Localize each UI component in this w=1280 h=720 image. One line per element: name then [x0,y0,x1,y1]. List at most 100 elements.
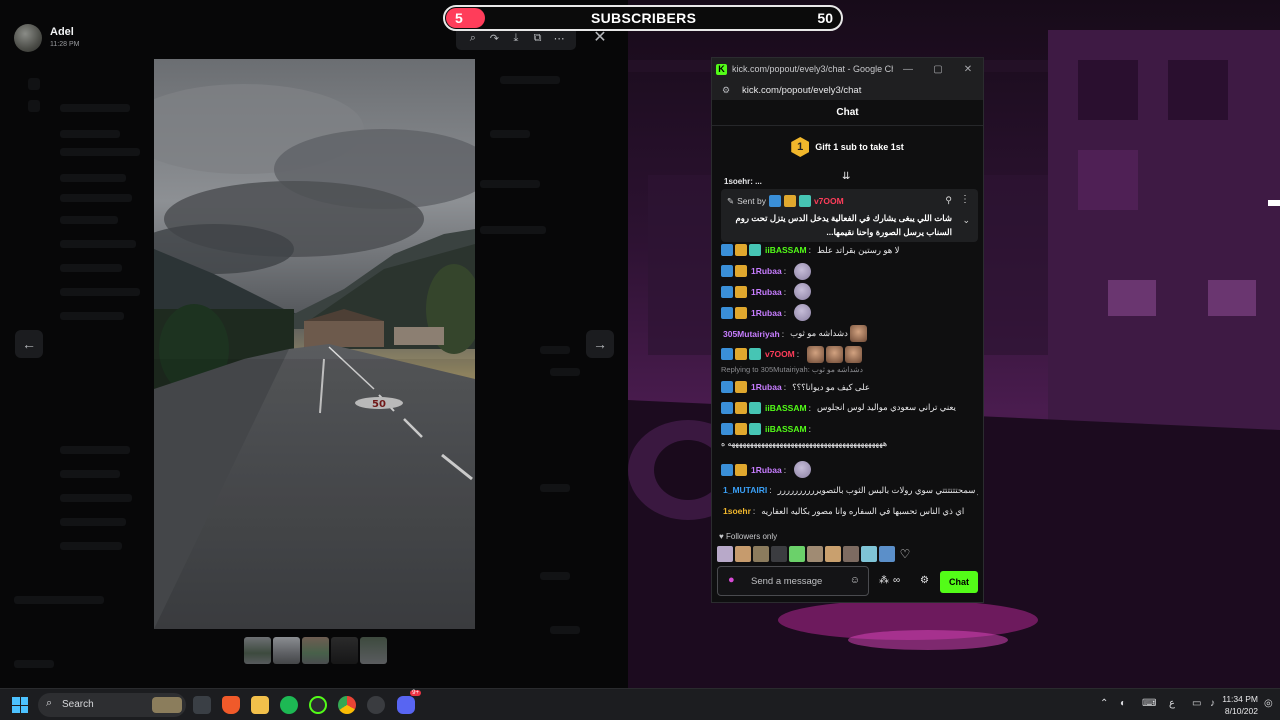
username-separator: : [781,328,785,339]
thumbnail[interactable] [302,637,329,664]
thumbnail[interactable] [273,637,300,664]
pinned-sender-name[interactable]: v7OOM [814,196,844,206]
expand-chevron-icon[interactable]: ⌄ [962,215,970,226]
chat-message-input[interactable]: ● Send a message ☺ [717,566,869,596]
windows-start-icon[interactable] [12,697,28,713]
pinned-message: ✎ Sent by v7OOM ⚲ ⋮ ⌄ شات اللي يبغى يشار… [721,189,978,242]
spotify-icon[interactable] [280,696,298,714]
badge-icon [721,265,733,278]
more-options-icon[interactable]: ⋮ [960,194,970,205]
infinity-icon[interactable]: ∞ [893,575,900,586]
user-name[interactable]: Adel [50,26,74,38]
chat-message-text: دشداشه مو ثوب [790,328,848,339]
address-bar[interactable]: ⚙ kick.com/popout/evely3/chat [712,80,983,100]
brave-browser-icon[interactable] [222,696,240,714]
gift-rank-badge-icon: 1 [791,137,810,157]
input-language[interactable]: ع [1169,698,1175,709]
emoji-icon[interactable]: ☺ [850,575,860,586]
gift-leaderboard-banner[interactable]: 1 Gift 1 sub to take 1st [712,126,983,168]
close-window-button[interactable]: ✕ [953,64,983,75]
send-chat-button[interactable]: Chat [940,571,978,593]
next-image-button[interactable]: → [586,330,614,358]
file-explorer-icon[interactable] [251,696,269,714]
github-icon[interactable] [367,696,385,714]
scroll-to-bottom-icon[interactable]: ⇊ [842,171,850,182]
display-icon[interactable]: ▭ [1192,698,1201,709]
notifications-icon[interactable]: ◎ [1264,698,1273,709]
network-icon[interactable]: ◐ [1120,698,1126,709]
ghost-row [490,130,530,138]
username-separator: : [796,349,800,360]
ghost-row [480,180,540,188]
emote-button[interactable] [789,546,805,562]
partial-message: 1soehr: ... [724,177,762,186]
chat-username[interactable]: 1_MUTAIRI [723,485,767,495]
ghost-row [60,194,132,202]
chat-message-text: على كيف مو ديوانا؟؟؟ [792,381,870,392]
tray-chevron-icon[interactable]: ⌃ [1100,698,1108,709]
discord-icon[interactable]: 9+ [397,690,421,714]
chat-username[interactable]: iiBASSAM [765,424,807,434]
thumbnail[interactable] [331,637,358,664]
emote-button[interactable] [879,546,895,562]
microphone-icon[interactable]: ● [728,574,735,586]
chat-username[interactable]: 1Rubaa [751,266,782,276]
obs-icon[interactable] [309,696,327,714]
emote-button[interactable] [825,546,841,562]
username-separator: : [752,506,756,517]
emote-button[interactable] [771,546,787,562]
clock-time: 11:34 PM [1222,694,1258,704]
chat-username[interactable]: 1Rubaa [751,465,782,475]
volume-icon[interactable]: ♪ [1210,698,1215,709]
chat-username[interactable]: 305Mutairiyah [723,329,780,339]
forward-icon[interactable]: ↷ [486,32,502,45]
chat-settings-icon[interactable]: ⚙ [920,575,929,586]
taskbar-clock[interactable]: 11:34 PM 8/10/202 [1222,693,1258,717]
chat-username[interactable]: iiBASSAM [765,245,807,255]
previous-image-button[interactable]: ← [15,330,43,358]
ghost-row [60,104,130,112]
chat-username[interactable]: v7OOM [765,349,795,359]
task-view-icon[interactable] [193,696,211,714]
zoom-icon[interactable]: ⌕ [465,32,481,45]
emote-button[interactable] [807,546,823,562]
open-external-icon[interactable]: ⧉ [530,32,546,45]
pin-icon: ✎ [727,195,735,206]
chat-input-placeholder[interactable]: Send a message [751,576,822,587]
badge-icon [783,195,796,207]
download-icon[interactable]: ⤓ [508,32,524,45]
microphone-tray-icon[interactable]: ⌨ [1142,698,1156,709]
more-icon[interactable]: ⋯ [551,32,567,45]
emote-button[interactable] [717,546,733,562]
window-title-bar[interactable]: K kick.com/popout/evely3/chat - Google C… [712,58,983,80]
emote-button[interactable] [735,546,751,562]
url-text[interactable]: kick.com/popout/evely3/chat [742,85,861,96]
user-avatar[interactable] [14,24,42,52]
emote-button[interactable] [753,546,769,562]
chat-username[interactable]: 1Rubaa [751,308,782,318]
unpin-icon[interactable]: ⚲ [945,195,952,206]
site-info-icon[interactable]: ⚙ [718,85,734,96]
ghost-row [60,518,126,526]
windows-taskbar: ⌕ Search 9+ ⌃ ◐ ⌨ ع ▭ ♪ 11:34 PM 8/10/20… [0,688,1280,720]
taskbar-search[interactable]: ⌕ Search [38,693,186,717]
bits-icon[interactable]: ⁂ [879,575,889,586]
emote-button[interactable] [843,546,859,562]
maximize-button[interactable]: ▢ [923,64,953,75]
thumbnail[interactable] [244,637,271,664]
chat-username[interactable]: iiBASSAM [765,403,807,413]
reply-context[interactable]: Replying to 305Mutairiyah: دشداشه مو ثوب [721,365,978,377]
badge-icon [735,401,747,414]
face-emote-icon [849,325,867,343]
chat-username[interactable]: 1Rubaa [751,382,782,392]
emote-button[interactable] [861,546,877,562]
chrome-icon[interactable] [338,696,356,714]
username-separator: : [783,286,787,297]
chat-username[interactable]: 1soehr [723,506,751,516]
chat-message: 1Rubaa: على كيف مو ديوانا؟؟؟ [721,377,978,398]
thumbnail[interactable] [360,637,387,664]
chat-header: Chat [712,100,983,126]
chat-username[interactable]: 1Rubaa [751,287,782,297]
favorite-heart-icon[interactable]: ♡ [897,546,913,562]
minimize-button[interactable]: — [893,64,923,75]
